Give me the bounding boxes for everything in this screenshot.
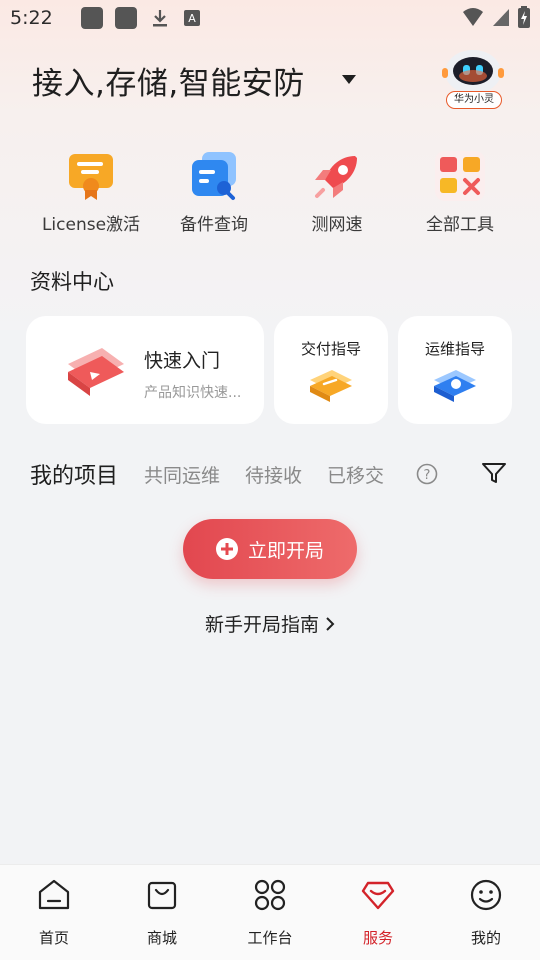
service-diamond-icon (361, 881, 395, 910)
nav-workbench[interactable]: 工作台 (216, 877, 324, 948)
nav-mall[interactable]: 商城 (108, 877, 216, 948)
nav-label: 我的 (470, 929, 501, 947)
status-time: 5:22 (10, 7, 53, 29)
notification-icon (114, 7, 137, 29)
tab-pending-receipt[interactable]: 待接收 (245, 461, 302, 488)
nav-label: 商城 (146, 929, 177, 947)
tool-spare-parts[interactable]: 备件查询 (154, 150, 274, 235)
ops-doc-icon (434, 370, 476, 402)
quick-start-card[interactable]: 快速入门 产品知识快速... (26, 316, 264, 424)
smiley-face-icon (470, 879, 502, 911)
caret-down-icon[interactable] (340, 72, 358, 86)
ops-guide-card[interactable]: 运维指导 (398, 316, 512, 424)
headline-marquee[interactable]: 接入,存储,智能安防 (32, 58, 332, 102)
status-bar: 5:22 A (0, 0, 540, 36)
bottom-navigation: 首页 商城 工作台 服务 我的 (0, 864, 540, 960)
tab-transferred[interactable]: 已移交 (327, 461, 384, 488)
shopping-bag-icon (147, 881, 177, 910)
battery-icon (518, 6, 530, 28)
mascot-label: 华为小灵 (446, 91, 502, 109)
home-icon (38, 879, 70, 910)
tool-speed-test[interactable]: 测网速 (277, 150, 397, 235)
nav-service[interactable]: 服务 (324, 877, 432, 948)
svg-text:A: A (188, 12, 196, 25)
nav-label: 首页 (38, 929, 69, 947)
help-icon[interactable]: ? (416, 463, 438, 485)
download-icon (152, 10, 167, 27)
wifi-icon (463, 8, 483, 26)
ops-guide-title: 运维指导 (424, 340, 485, 358)
tool-label: License激活 (41, 215, 141, 235)
all-tools-grid-icon (434, 150, 486, 202)
notification-icon (80, 7, 103, 29)
delivery-guide-card[interactable]: 交付指导 (274, 316, 388, 424)
accessibility-icon: A (183, 10, 200, 26)
tool-label: 备件查询 (180, 215, 248, 235)
beginner-guide-label: 新手开局指南 (204, 614, 319, 636)
delivery-doc-icon (310, 370, 352, 402)
plus-icon (215, 538, 238, 560)
workbench-grid-icon (254, 879, 286, 911)
tool-label: 测网速 (311, 215, 363, 235)
signal-icon (493, 9, 509, 26)
rocket-icon (311, 150, 363, 202)
beginner-guide-link[interactable]: 新手开局指南 (0, 610, 540, 637)
tab-my-projects[interactable]: 我的项目 (30, 458, 118, 490)
tool-shortcuts: License激活 备件查询 测网速 全部工具 (0, 150, 540, 240)
quick-start-title: 快速入门 (144, 350, 221, 372)
tab-co-maintenance[interactable]: 共同运维 (144, 461, 220, 488)
nav-label: 工作台 (247, 929, 293, 947)
start-project-label: 立即开局 (247, 539, 324, 562)
chevron-right-icon (325, 614, 335, 636)
tool-all-tools[interactable]: 全部工具 (400, 150, 520, 235)
assistant-mascot[interactable]: 华为小灵 (438, 44, 508, 114)
quick-start-subtitle: 产品知识快速... (144, 385, 242, 401)
filter-icon[interactable] (481, 461, 507, 485)
project-tabs: 我的项目 共同运维 待接收 已移交 (30, 458, 409, 490)
svg-text:?: ? (424, 468, 431, 483)
nav-home[interactable]: 首页 (0, 877, 108, 948)
nav-label: 服务 (362, 929, 393, 947)
resource-center-title: 资料中心 (30, 270, 114, 294)
delivery-guide-title: 交付指导 (300, 340, 361, 358)
video-play-icon (68, 348, 124, 396)
license-badge-icon (65, 150, 117, 202)
spare-parts-search-icon (188, 150, 240, 202)
tool-label: 全部工具 (426, 215, 494, 235)
start-project-button[interactable]: 立即开局 (183, 519, 357, 579)
nav-mine[interactable]: 我的 (432, 877, 540, 948)
tool-license-activate[interactable]: License激活 (31, 150, 151, 235)
